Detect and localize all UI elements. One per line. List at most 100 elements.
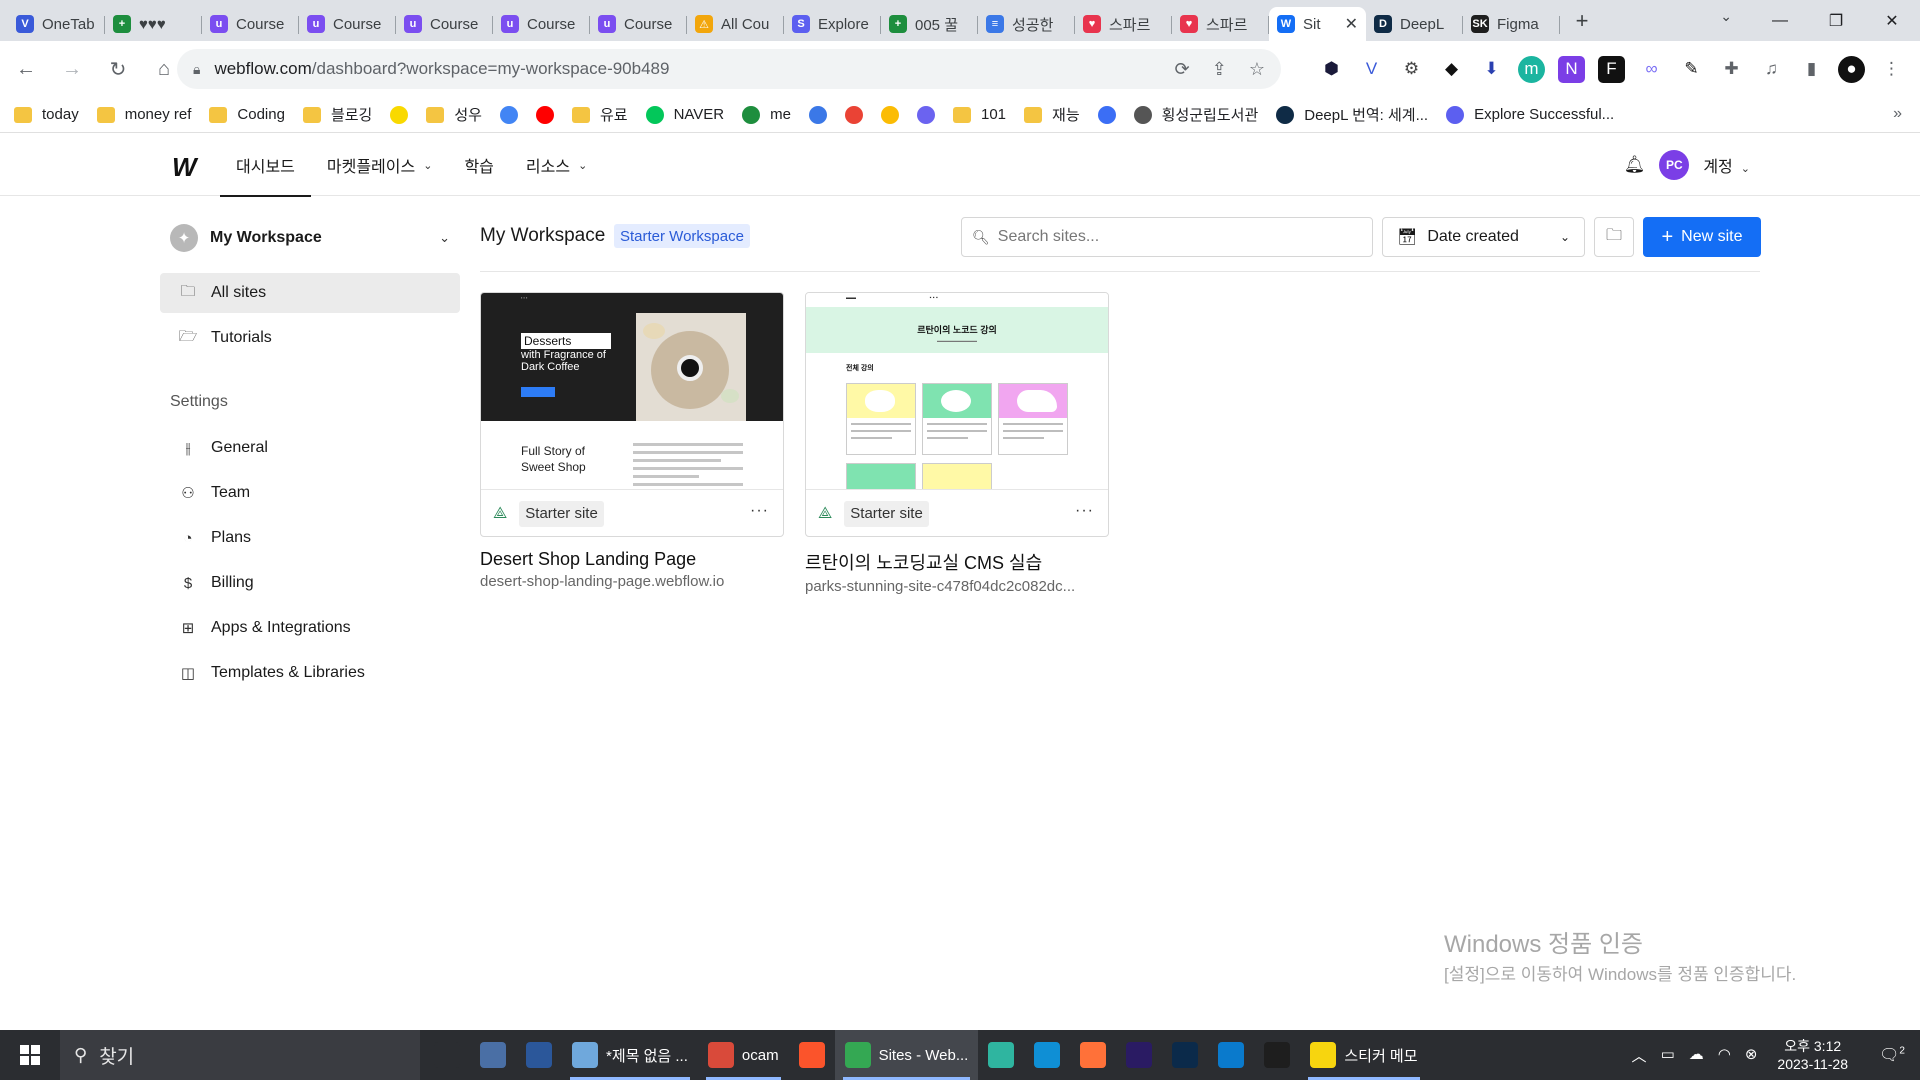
bookmark-item[interactable]: [917, 105, 935, 124]
nav-item[interactable]: 마켓플레이스 ⌄: [311, 134, 449, 196]
taskbar-app[interactable]: *제목 없음 ...: [562, 1030, 698, 1080]
extension-onetab-icon[interactable]: V: [1358, 56, 1385, 83]
wifi-icon[interactable]: ◠: [1718, 1045, 1731, 1066]
bookmark-item[interactable]: NAVER: [645, 105, 724, 124]
sidebar-item-apps-integrations[interactable]: ⊞ Apps & Integrations: [160, 608, 460, 648]
extension-m-icon[interactable]: m: [1518, 55, 1545, 83]
sidebar-item-templates-libraries[interactable]: ◫ Templates & Libraries: [160, 653, 460, 693]
taskbar-app[interactable]: [1070, 1030, 1116, 1080]
sort-dropdown[interactable]: 📅︎ Date created ⌄: [1382, 217, 1585, 257]
browser-tab[interactable]: W Sit ✕: [1269, 7, 1366, 41]
bookmark-item[interactable]: [809, 105, 827, 124]
extension-dropper-icon[interactable]: ✎: [1678, 56, 1705, 83]
workspace-switcher[interactable]: ✦ My Workspace ⌄: [170, 222, 460, 254]
translate-icon[interactable]: ⟳: [1175, 59, 1190, 80]
sidebar-item-team[interactable]: ⚇ Team: [160, 473, 460, 513]
site-url[interactable]: parks-stunning-site-c478f04dc2c082dc...: [805, 578, 1109, 595]
site-search[interactable]: 🔍︎: [961, 217, 1373, 257]
bookmark-item[interactable]: 성우: [426, 104, 482, 125]
site-url[interactable]: desert-shop-landing-page.webflow.io: [480, 573, 784, 590]
lock-icon[interactable]: 🔒︎: [193, 61, 200, 78]
sidebar-item-general[interactable]: ⫲ General: [160, 428, 460, 468]
start-button[interactable]: [0, 1030, 60, 1080]
site-card-box[interactable]: ▬▬ ▪ ▪ ▪ 르탄이의 노코드 강의 ▬▬▬▬▬▬▬▬▬▬ 전체 강의 ⟁ …: [805, 292, 1109, 537]
bookmark-item[interactable]: [499, 105, 518, 124]
bookmark-item[interactable]: Explore Successful...: [1446, 105, 1614, 124]
forward-button[interactable]: →: [52, 49, 92, 89]
bookmark-item[interactable]: DeepL 번역: 세계...: [1276, 104, 1428, 125]
site-name[interactable]: 르탄이의 노코딩교실 CMS 실습: [805, 549, 1109, 575]
bookmark-item[interactable]: 101: [953, 106, 1006, 123]
extensions-puzzle-icon[interactable]: ✚: [1718, 56, 1745, 83]
bell-icon[interactable]: 🔔︎: [1624, 155, 1646, 175]
bookmark-item[interactable]: [390, 105, 409, 124]
address-bar[interactable]: 🔒︎ webflow.com/dashboard?workspace=my-wo…: [177, 49, 1281, 89]
search-input[interactable]: [997, 228, 1358, 246]
bookmark-item[interactable]: money ref: [96, 106, 191, 123]
tab-search-chevron-icon[interactable]: ⌄: [1720, 8, 1732, 25]
taskbar-app[interactable]: [1208, 1030, 1254, 1080]
browser-tab[interactable]: ⚠ All Cou: [687, 7, 784, 41]
more-bookmarks-icon[interactable]: »: [1893, 105, 1902, 123]
sidebar-item-all-sites[interactable]: 🗀 All sites: [160, 273, 460, 313]
browser-tab[interactable]: u Course: [590, 7, 687, 41]
taskbar-search[interactable]: ⚲ 찾기: [60, 1030, 420, 1080]
extension-download-icon[interactable]: ⬇: [1478, 56, 1505, 83]
taskbar-app[interactable]: [1116, 1030, 1162, 1080]
url-text[interactable]: webflow.com/dashboard?workspace=my-works…: [214, 59, 669, 79]
extension-f-icon[interactable]: F: [1598, 55, 1625, 83]
bookmark-item[interactable]: today: [14, 106, 79, 123]
extension-link-icon[interactable]: ∞: [1638, 56, 1665, 83]
bookmark-item[interactable]: [845, 105, 863, 124]
taskbar-app[interactable]: [1254, 1030, 1300, 1080]
taskbar-app[interactable]: [470, 1030, 516, 1080]
maximize-button[interactable]: ❐: [1808, 0, 1864, 41]
extension-gears-icon[interactable]: ⚙: [1398, 56, 1425, 83]
site-thumbnail[interactable]: ▬▬ ▪ ▪ ▪ 르탄이의 노코드 강의 ▬▬▬▬▬▬▬▬▬▬ 전체 강의: [806, 293, 1108, 489]
browser-tab[interactable]: S Explore: [784, 7, 881, 41]
chevron-up-icon[interactable]: ︿: [1632, 1045, 1647, 1066]
browser-tab[interactable]: u Course: [202, 7, 299, 41]
new-folder-button[interactable]: 🗀: [1594, 217, 1634, 257]
sidebar-item-billing[interactable]: $ Billing: [160, 563, 460, 603]
site-thumbnail[interactable]: ▪ ▪ ▪ Desserts with Fragrance of Dark Co…: [481, 293, 783, 489]
side-panel-icon[interactable]: ▮: [1798, 56, 1825, 83]
volume-muted-icon[interactable]: ⊗: [1745, 1045, 1758, 1066]
browser-tab[interactable]: u Course: [299, 7, 396, 41]
taskbar-app[interactable]: [789, 1030, 835, 1080]
bookmark-item[interactable]: [1097, 105, 1116, 124]
bookmark-item[interactable]: [881, 105, 899, 124]
close-window-button[interactable]: ✕: [1864, 0, 1920, 41]
profile-avatar-icon[interactable]: ●: [1838, 55, 1865, 83]
nav-item[interactable]: 대시보드: [220, 134, 311, 197]
device-icon[interactable]: ▭: [1661, 1045, 1675, 1066]
clock[interactable]: 오후 3:12 2023-11-28: [1777, 1037, 1848, 1073]
taskbar-app[interactable]: Sites - Web...: [834, 1030, 979, 1080]
extension-onenote-icon[interactable]: N: [1558, 55, 1585, 83]
bookmark-item[interactable]: me: [742, 105, 791, 124]
browser-tab[interactable]: ♥ 스파르: [1075, 7, 1172, 41]
more-options-icon[interactable]: ···: [750, 502, 769, 520]
bookmark-item[interactable]: [535, 105, 554, 124]
bookmark-item[interactable]: 재능: [1024, 104, 1080, 125]
nav-item[interactable]: 리소스 ⌄: [510, 134, 603, 196]
share-icon[interactable]: ⇪: [1212, 59, 1227, 80]
taskbar-app[interactable]: [978, 1030, 1024, 1080]
close-tab-icon[interactable]: ✕: [1345, 14, 1358, 34]
sidebar-item-tutorials[interactable]: 🗁 Tutorials: [160, 318, 460, 358]
browser-tab[interactable]: D DeepL: [1366, 7, 1463, 41]
nav-item[interactable]: 학습: [448, 134, 509, 196]
chrome-menu-icon[interactable]: ⋮: [1878, 56, 1905, 83]
webflow-logo-icon[interactable]: W: [172, 152, 196, 183]
notification-center-button[interactable]: 🗨︎2: [1872, 1045, 1912, 1065]
browser-tab[interactable]: ♥ 스파르: [1172, 7, 1269, 41]
taskbar-app[interactable]: [424, 1030, 470, 1080]
browser-tab[interactable]: V OneTab: [8, 7, 105, 41]
plan-badge[interactable]: Starter Workspace: [614, 224, 750, 248]
browser-tab[interactable]: SK Figma: [1463, 7, 1560, 41]
taskbar-app[interactable]: ocam: [698, 1030, 789, 1080]
site-name[interactable]: Desert Shop Landing Page: [480, 549, 784, 570]
site-card-box[interactable]: ▪ ▪ ▪ Desserts with Fragrance of Dark Co…: [480, 292, 784, 537]
bookmark-item[interactable]: 블로깅: [302, 104, 372, 125]
sidebar-item-plans[interactable]: ◔ Plans: [160, 518, 460, 558]
